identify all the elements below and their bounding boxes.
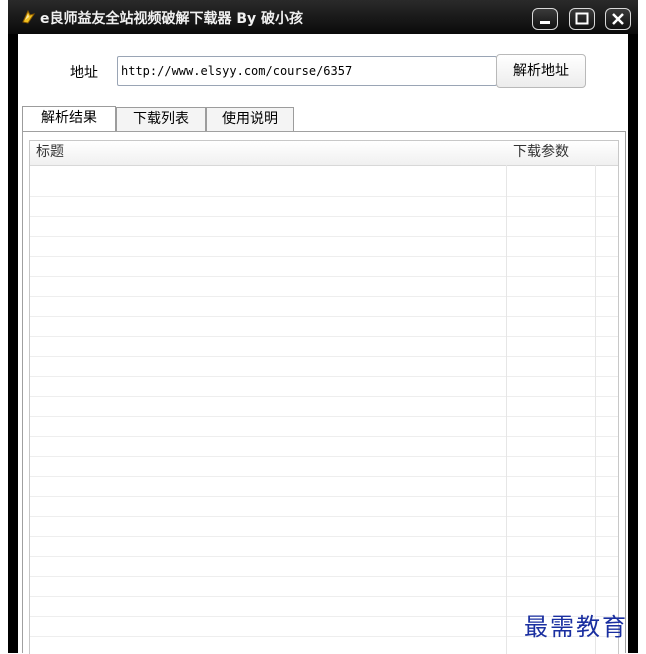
column-divider: [506, 165, 507, 654]
address-label: 地址: [70, 65, 98, 81]
column-header-download-params[interactable]: 下载参数: [513, 141, 569, 165]
window-title: e良师益友全站视频破解下载器 By 破小孩: [40, 11, 304, 27]
minimize-button[interactable]: [532, 8, 558, 30]
close-button[interactable]: [605, 8, 631, 30]
address-input[interactable]: [117, 56, 497, 86]
minimize-icon: [540, 21, 550, 24]
list-header: 标题 下载参数: [30, 141, 618, 166]
tab-download-list[interactable]: 下载列表: [116, 107, 206, 131]
tab-usage-guide[interactable]: 使用说明: [206, 107, 294, 131]
maximize-button[interactable]: [569, 8, 595, 30]
column-header-title[interactable]: 标题: [36, 141, 64, 165]
app-icon: [22, 9, 36, 24]
app-window: e良师益友全站视频破解下载器 By 破小孩 地址 解析地址 解析结果 下载列表 …: [8, 0, 638, 654]
parse-address-button[interactable]: 解析地址: [496, 54, 586, 88]
results-list[interactable]: 标题 下载参数: [29, 140, 619, 654]
watermark: 最需教育: [524, 613, 628, 641]
title-bar[interactable]: e良师益友全站视频破解下载器 By 破小孩: [8, 0, 638, 34]
tab-parse-results[interactable]: 解析结果: [22, 106, 116, 132]
column-divider: [595, 165, 596, 654]
maximize-icon: [575, 12, 589, 25]
close-icon: [612, 13, 624, 25]
client-area: 地址 解析地址 解析结果 下载列表 使用说明 标题 下载参数: [18, 34, 628, 654]
tab-panel: 标题 下载参数: [22, 131, 626, 654]
